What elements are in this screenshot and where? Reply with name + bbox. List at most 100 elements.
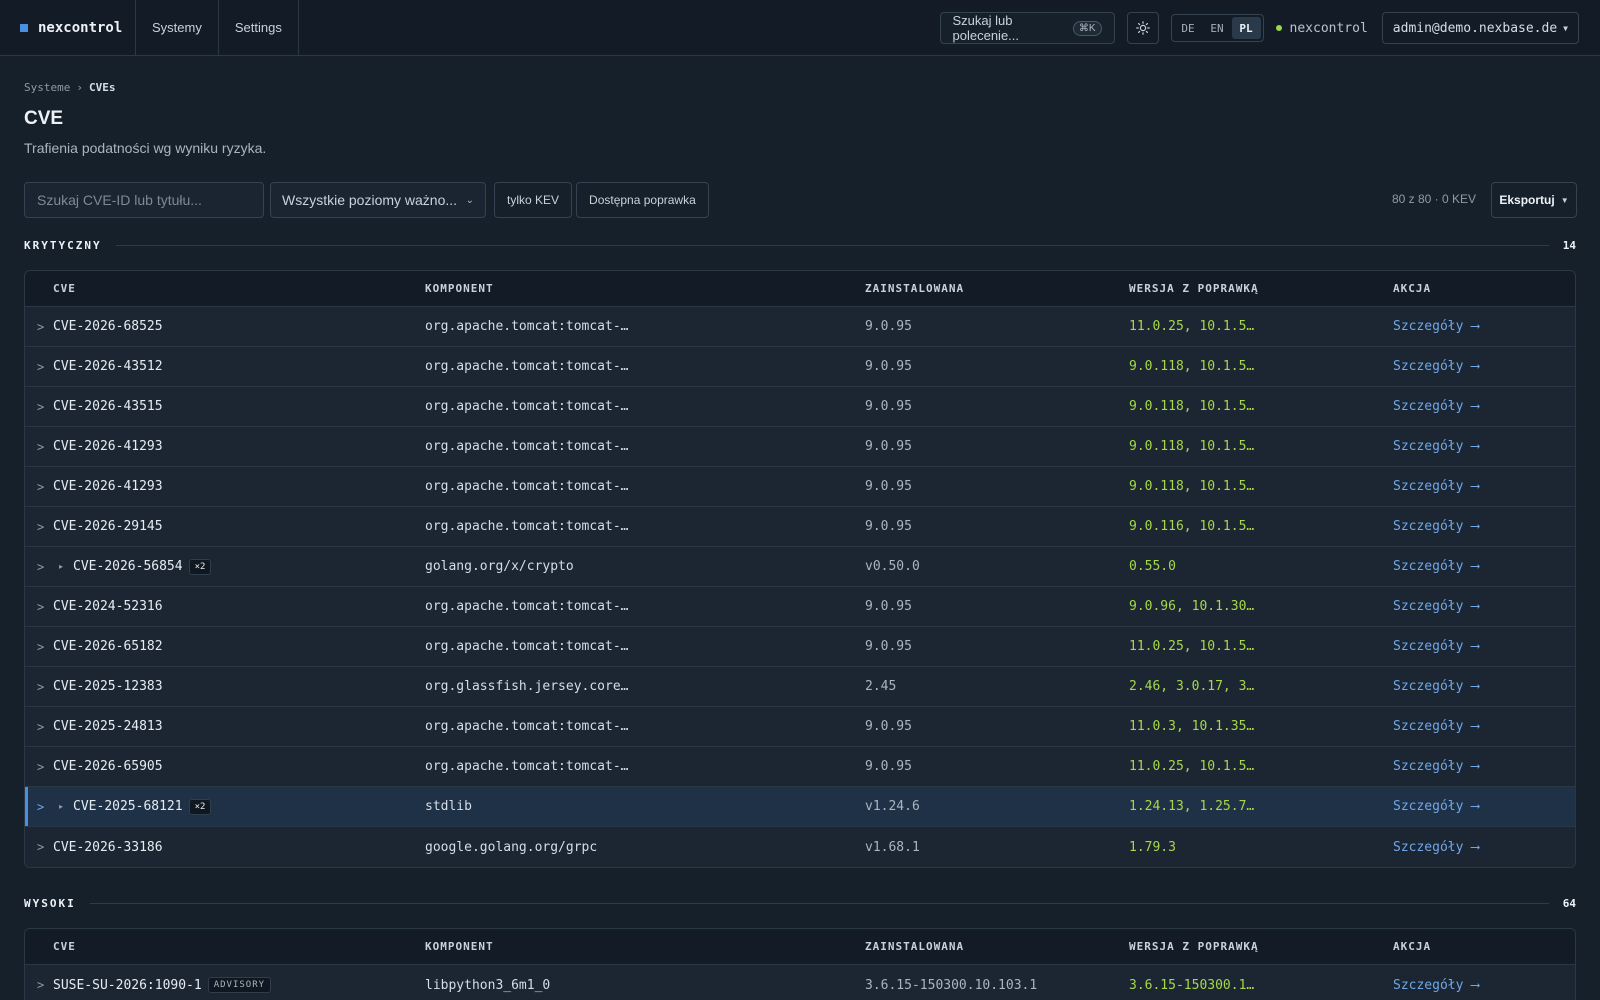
cve-id: CVE-2026-65182 [53,639,163,654]
details-link[interactable]: Szczegóły ⟶ [1393,359,1575,374]
expand-row-icon[interactable]: > [37,480,53,494]
expand-row-icon[interactable]: > [37,400,53,414]
expand-row-icon[interactable]: > [37,840,53,854]
installed-version-cell: 2.45 [865,679,897,694]
column-header-cve[interactable]: CVE [25,282,425,295]
installed-version-cell: 9.0.95 [865,399,912,414]
user-email: admin@demo.nexbase.de [1392,20,1558,36]
cve-search-input[interactable] [24,182,264,218]
expand-row-icon[interactable]: > [37,560,53,574]
details-link[interactable]: Szczegóły ⟶ [1393,479,1575,494]
fixed-version-cell: 1.79.3 [1129,839,1176,855]
cve-cell: > CVE-2026-41293 [25,439,425,454]
nav-item-systemy[interactable]: Systemy [136,0,219,56]
expand-row-icon[interactable]: > [37,720,53,734]
details-link[interactable]: Szczegóły ⟶ [1393,719,1575,734]
expand-row-icon[interactable]: > [37,360,53,374]
kev-only-toggle[interactable]: tylko KEV [494,182,573,218]
brand[interactable]: nexcontrol [0,0,136,56]
details-link[interactable]: Szczegóły ⟶ [1393,679,1575,694]
installed-version-cell: 9.0.95 [865,359,912,374]
fixed-version-cell: 11.0.25, 10.1.5… [1129,759,1255,774]
expand-row-icon[interactable]: > [37,760,53,774]
expand-row-icon[interactable]: > [37,520,53,534]
table-row[interactable]: > CVE-2025-12383 org.glassfish.jersey.core… [25,667,1575,707]
severity-select[interactable]: Wszystkie poziomy ważno... ⌄ [270,182,486,218]
installed-version-cell: 9.0.95 [865,519,912,534]
installed-version-cell: 3.6.15-150300.10.103.1 [865,977,1038,993]
table-row[interactable]: > CVE-2026-65182 org.apache.tomcat:tomcat-… [25,627,1575,667]
details-link[interactable]: Szczegóły ⟶ [1393,978,1575,993]
expand-row-icon[interactable]: > [37,320,53,334]
theme-toggle-button[interactable] [1126,12,1159,44]
details-link[interactable]: Szczegóły ⟶ [1393,319,1575,334]
group-toggle-icon[interactable]: ▸ [59,562,63,571]
details-link[interactable]: Szczegóły ⟶ [1393,559,1575,574]
table-row[interactable]: > CVE-2025-24813 org.apache.tomcat:tomcat-… [25,707,1575,747]
sun-icon [1135,21,1150,35]
lang-de-button[interactable]: DE [1174,17,1203,39]
user-menu-button[interactable]: admin@demo.nexbase.de ▼ [1381,12,1579,44]
installed-version-cell: 9.0.95 [865,479,912,494]
expand-row-icon[interactable]: > [37,440,53,454]
lang-pl-button[interactable]: PL [1231,17,1261,39]
details-link[interactable]: Szczegóły ⟶ [1393,759,1575,774]
column-header-fixed-version[interactable]: WERSJA Z POPRAWKĄ [1129,940,1393,953]
fixed-version-cell: 9.0.118, 10.1.5… [1129,399,1255,414]
installed-version-cell: v1.24.6 [865,799,920,814]
cve-cell: > ▸ CVE-2025-68121 ×2 [25,798,425,815]
group-toggle-icon[interactable]: ▸ [59,802,63,811]
cve-id: CVE-2026-41293 [53,439,163,454]
column-header-installed[interactable]: ZAINSTALOWANA [865,940,1129,953]
expand-row-icon[interactable]: > [37,800,53,814]
table-row[interactable]: > CVE-2026-41293 org.apache.tomcat:tomcat-… [25,467,1575,507]
cve-id: CVE-2026-33186 [53,839,163,855]
details-link[interactable]: Szczegóły ⟶ [1393,639,1575,654]
cve-cell: > CVE-2026-65905 [25,759,425,774]
section-header-high: WYSOKI 64 [24,897,1576,910]
section-count: 64 [1562,897,1576,910]
table-body: > SUSE-SU-2026:1090-1 ADVISORY libpython3_6… [25,965,1575,1000]
lang-en-button[interactable]: EN [1203,17,1232,39]
column-header-cve[interactable]: CVE [25,940,425,953]
column-header-fixed-version[interactable]: WERSJA Z POPRAWKĄ [1129,282,1393,295]
details-link[interactable]: Szczegóły ⟶ [1393,599,1575,614]
command-search-button[interactable]: Szukaj lub polecenie... ⌘K [939,12,1115,44]
table-row[interactable]: > SUSE-SU-2026:1090-1 ADVISORY libpython3_6… [25,965,1575,1000]
table-row[interactable]: > CVE-2026-65905 org.apache.tomcat:tomcat-… [25,747,1575,787]
table-row[interactable]: > ▸ CVE-2026-56854 ×2 golang.org/x/crypto v0.… [25,547,1575,587]
cve-cell: > CVE-2026-43512 [25,359,425,374]
breadcrumb-separator: › [76,81,83,94]
table-row[interactable]: > ▸ CVE-2025-68121 ×2 stdlib v1.24.6 1.24.13, … [25,787,1575,827]
details-link[interactable]: Szczegóły ⟶ [1393,799,1575,814]
expand-row-icon[interactable]: > [37,978,53,992]
column-header-component[interactable]: KOMPONENT [425,940,865,953]
details-link[interactable]: Szczegóły ⟶ [1393,439,1575,454]
column-header-installed[interactable]: ZAINSTALOWANA [865,282,1129,295]
details-link[interactable]: Szczegóły ⟶ [1393,840,1575,855]
nav-item-settings[interactable]: Settings [219,0,299,56]
top-navigation: nexcontrol Systemy Settings Szukaj lub p… [0,0,1600,56]
cve-id: CVE-2026-68525 [53,319,163,334]
details-link[interactable]: Szczegóły ⟶ [1393,399,1575,414]
breadcrumb-parent[interactable]: Systeme [24,81,70,94]
table-row[interactable]: > CVE-2026-43515 org.apache.tomcat:tomcat-… [25,387,1575,427]
fix-available-toggle[interactable]: Dostępna poprawka [576,182,709,218]
table-row[interactable]: > CVE-2026-68525 org.apache.tomcat:tomcat-… [25,307,1575,347]
cve-cell: > CVE-2026-29145 [25,519,425,534]
command-search-label: Szukaj lub polecenie... [952,13,1020,43]
details-link[interactable]: Szczegóły ⟶ [1393,519,1575,534]
export-button[interactable]: Eksportuj ▼ [1491,182,1577,218]
column-header-component[interactable]: KOMPONENT [425,282,865,295]
table-row[interactable]: > CVE-2026-41293 org.apache.tomcat:tomcat-… [25,427,1575,467]
table-row[interactable]: > CVE-2024-52316 org.apache.tomcat:tomcat-… [25,587,1575,627]
brand-logo-icon [20,23,28,32]
table-row[interactable]: > CVE-2026-29145 org.apache.tomcat:tomcat-… [25,507,1575,547]
cve-table-critical: CVE KOMPONENT ZAINSTALOWANA WERSJA Z POP… [24,270,1576,868]
advisory-badge: ADVISORY [207,977,272,993]
expand-row-icon[interactable]: > [37,600,53,614]
table-row[interactable]: > CVE-2026-43512 org.apache.tomcat:tomcat-… [25,347,1575,387]
table-row[interactable]: > CVE-2026-33186 google.golang.org/grpc v1.… [25,827,1575,867]
expand-row-icon[interactable]: > [37,640,53,654]
expand-row-icon[interactable]: > [37,680,53,694]
